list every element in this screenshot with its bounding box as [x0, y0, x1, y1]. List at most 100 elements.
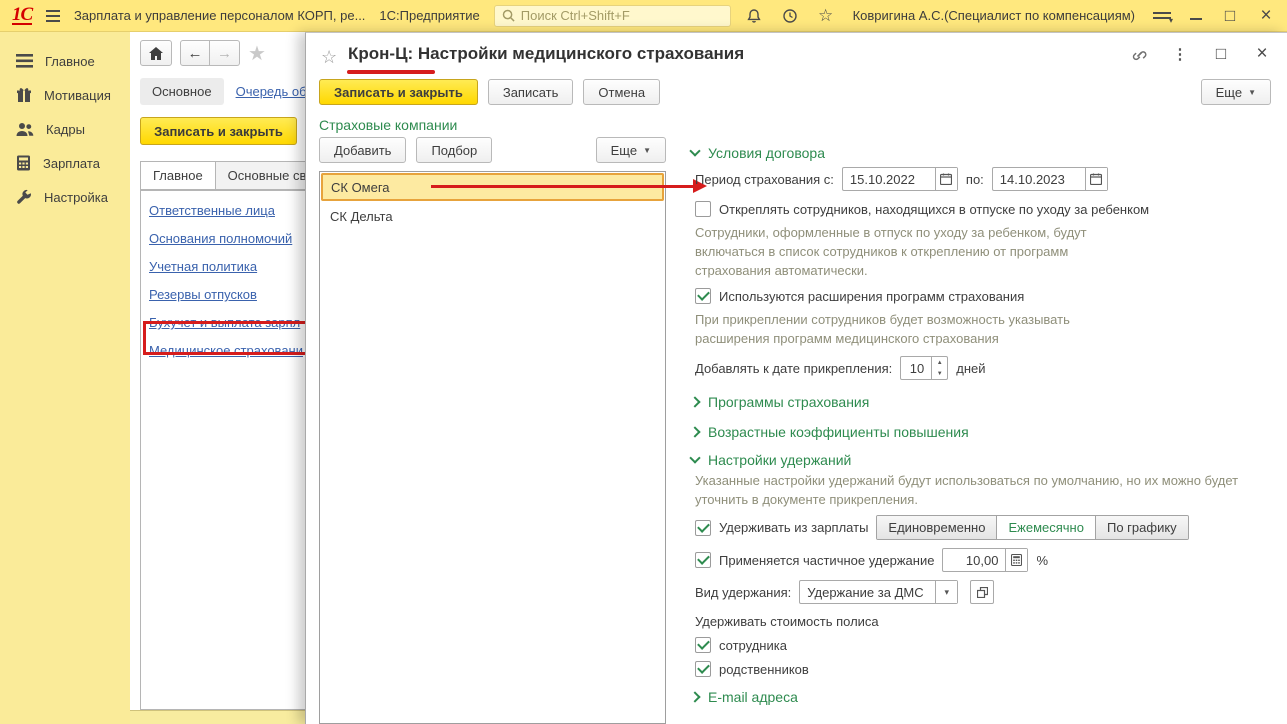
cancel-button[interactable]: Отмена [583, 79, 661, 105]
sidebar-item-label: Главное [45, 53, 95, 69]
companies-header: Страховые компании [319, 117, 458, 133]
tab-queue-link[interactable]: Очередь обр [236, 84, 305, 99]
detach-employees-checkbox[interactable] [695, 201, 711, 217]
section-age-coefficients[interactable]: Возрастные коэффициенты повышения [689, 424, 1276, 440]
page-tab-main[interactable]: Главное [140, 161, 216, 190]
companies-toolbar: Добавить Подбор Еще ▼ [319, 137, 666, 163]
link-payroll-accounting[interactable]: Бухучет и выплата зарпл [149, 315, 305, 343]
dialog-close-button[interactable] [1253, 45, 1271, 63]
attach-days-field[interactable]: 10 ▲ ▼ [900, 356, 949, 380]
policy-employee-label: сотрудника [719, 637, 787, 653]
more-label: Еще [610, 142, 638, 158]
sidebar-item-label: Зарплата [43, 155, 100, 171]
policy-relatives-label: родственников [719, 661, 809, 677]
dialog-maximize-button[interactable] [1212, 45, 1230, 63]
window-minimize-button[interactable] [1189, 9, 1203, 23]
company-row-omega[interactable]: СК Омега [321, 173, 664, 201]
spin-down-icon[interactable]: ▼ [932, 368, 947, 379]
sidebar-item-label: Мотивация [44, 87, 111, 103]
window-close-button[interactable] [1257, 7, 1275, 25]
link-authority-grounds[interactable]: Основания полномочий [149, 231, 305, 259]
link-responsible-persons[interactable]: Ответственные лица [149, 203, 305, 231]
page-tab-basic-info[interactable]: Основные све [215, 161, 305, 190]
sidebar-item-salary[interactable]: Зарплата [0, 146, 130, 180]
link-accounting-policy[interactable]: Учетная политика [149, 259, 305, 287]
dropdown-arrow-icon[interactable] [935, 581, 958, 603]
add-company-button[interactable]: Добавить [319, 137, 407, 163]
percent-label: % [1036, 552, 1048, 568]
panel-links-box: Ответственные лица Основания полномочий … [140, 190, 305, 710]
dialog-more-actions-icon[interactable] [1171, 45, 1189, 63]
forward-button[interactable] [210, 40, 240, 66]
deduction-kind-select[interactable]: Удержание за ДМС [799, 580, 959, 604]
home-button[interactable] [140, 40, 172, 66]
window-maximize-button[interactable] [1221, 7, 1239, 25]
section-contract-terms[interactable]: Условия договора [689, 145, 1276, 161]
calculator-icon[interactable] [1005, 549, 1028, 571]
period-to-label: по: [965, 171, 984, 187]
partial-percent-field[interactable]: 10,00 [942, 548, 1029, 572]
panel-save-close-button[interactable]: Записать и закрыть [140, 117, 297, 145]
withhold-from-salary-checkbox[interactable] [695, 519, 711, 536]
service-menu-icon[interactable] [1153, 10, 1173, 25]
policy-employee-checkbox[interactable] [695, 637, 711, 653]
sidebar-item-main[interactable]: Главное [0, 44, 130, 78]
section-title: Настройки удержаний [708, 452, 852, 468]
policy-relatives-checkbox[interactable] [695, 661, 711, 677]
pick-company-button[interactable]: Подбор [416, 137, 493, 163]
history-icon[interactable] [781, 7, 799, 25]
mode-monthly-button[interactable]: Ежемесячно [997, 516, 1096, 539]
mode-schedule-button[interactable]: По графику [1095, 516, 1188, 539]
main-menu-icon[interactable] [46, 9, 60, 22]
get-link-icon[interactable] [1130, 45, 1148, 63]
deduction-kind-row: Вид удержания: Удержание за ДМС [695, 580, 1276, 604]
program-extensions-checkbox[interactable] [695, 288, 711, 304]
link-medical-insurance[interactable]: Медицинское страховани [149, 343, 305, 371]
back-button[interactable] [180, 40, 210, 66]
period-from-field[interactable]: 15.10.2022 [841, 167, 958, 191]
search-icon [502, 9, 515, 22]
chevron-right-icon [689, 396, 701, 408]
chevron-right-icon [689, 426, 701, 438]
dialog-more-button[interactable]: Еще ▼ [1200, 79, 1271, 105]
dialog-command-bar: Записать и закрыть Записать Отмена [319, 79, 661, 105]
panel-bottom-strip [130, 710, 305, 724]
period-to-value: 14.10.2023 [999, 171, 1065, 187]
more-label: Еще [1215, 84, 1243, 100]
spin-up-icon[interactable]: ▲ [932, 357, 947, 368]
withhold-from-salary-row: Удерживать из зарплаты Единовременно Еже… [695, 515, 1276, 540]
1c-logo-icon: 1С [12, 4, 33, 25]
company-row-delta[interactable]: СК Дельта [320, 202, 665, 230]
mode-once-button[interactable]: Единовременно [877, 516, 998, 539]
settings-background-panel: Основное Очередь обр Записать и закрыть … [130, 32, 305, 724]
section-deduction-settings[interactable]: Настройки удержаний [689, 452, 1276, 468]
notifications-bell-icon[interactable] [745, 7, 763, 25]
period-to-field[interactable]: 14.10.2023 [991, 167, 1108, 191]
global-search-input[interactable]: Поиск Ctrl+Shift+F [493, 4, 731, 27]
spinner-control[interactable]: ▲ ▼ [931, 357, 947, 379]
link-vacation-reserves[interactable]: Резервы отпусков [149, 287, 305, 315]
calendar-icon[interactable] [934, 168, 957, 190]
chevron-right-icon [689, 691, 701, 703]
sidebar-item-motivation[interactable]: Мотивация [0, 78, 130, 112]
favorites-star-icon[interactable] [817, 7, 835, 25]
save-and-close-button[interactable]: Записать и закрыть [319, 79, 478, 105]
companies-more-button[interactable]: Еще ▼ [595, 137, 666, 163]
open-item-button[interactable] [970, 580, 995, 604]
favorite-star-icon[interactable] [248, 41, 266, 66]
save-button[interactable]: Записать [487, 79, 574, 105]
section-email-addresses[interactable]: E-mail адреса [689, 689, 1276, 705]
tab-main[interactable]: Основное [140, 78, 224, 105]
calendar-icon[interactable] [1084, 168, 1107, 190]
dialog-favorite-star-icon[interactable] [321, 47, 337, 68]
sidebar-item-hr[interactable]: Кадры [0, 112, 130, 146]
partial-deduction-checkbox[interactable] [695, 552, 711, 568]
sidebar-item-settings[interactable]: Настройка [0, 180, 130, 214]
current-user[interactable]: Ковригина А.С.(Специалист по компенсация… [853, 8, 1135, 23]
section-insurance-programs[interactable]: Программы страхования [689, 394, 1276, 410]
chevron-down-icon: ▼ [1248, 87, 1256, 97]
deduction-kind-label: Вид удержания: [695, 584, 792, 600]
deduction-kind-value: Удержание за ДМС [807, 584, 924, 600]
dialog-window-icons [1130, 45, 1271, 63]
program-extensions-label: Используются расширения программ страхов… [719, 288, 1025, 304]
